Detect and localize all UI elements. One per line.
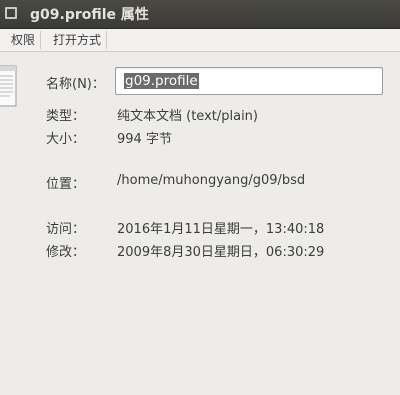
window-square-icon[interactable] [5,7,17,19]
modified-label: 修改： [46,245,86,260]
location-label: 位置： [46,177,86,192]
properties-panel: 名称(N)： g09.profile 类型： 纯文本文档 (text/plain… [0,52,400,395]
size-label: 大小： [46,132,86,147]
tab-open-with[interactable]: 打开方式 [48,31,108,49]
window-title: g09.profile 属性 [30,7,149,23]
name-label: 名称(N)： [46,77,105,92]
tab-bar: 权限 打开方式 [0,29,400,52]
type-value: 纯文本文档 (text/plain) [117,109,258,124]
name-input[interactable]: g09.profile [115,67,383,95]
size-value: 994 字节 [117,132,172,147]
window-titlebar[interactable]: g09.profile 属性 [0,0,400,29]
tab-permissions[interactable]: 权限 [6,31,42,49]
accessed-label: 访问： [46,222,86,237]
modified-value: 2009年8月30日星期日，06:30:29 [117,245,325,260]
text-document-icon [0,65,17,107]
name-input-value[interactable]: g09.profile [124,73,199,89]
accessed-value: 2016年1月11日星期一，13:40:18 [117,222,325,237]
location-value: /home/muhongyang/g09/bsd [117,173,306,188]
type-label: 类型： [46,109,86,124]
